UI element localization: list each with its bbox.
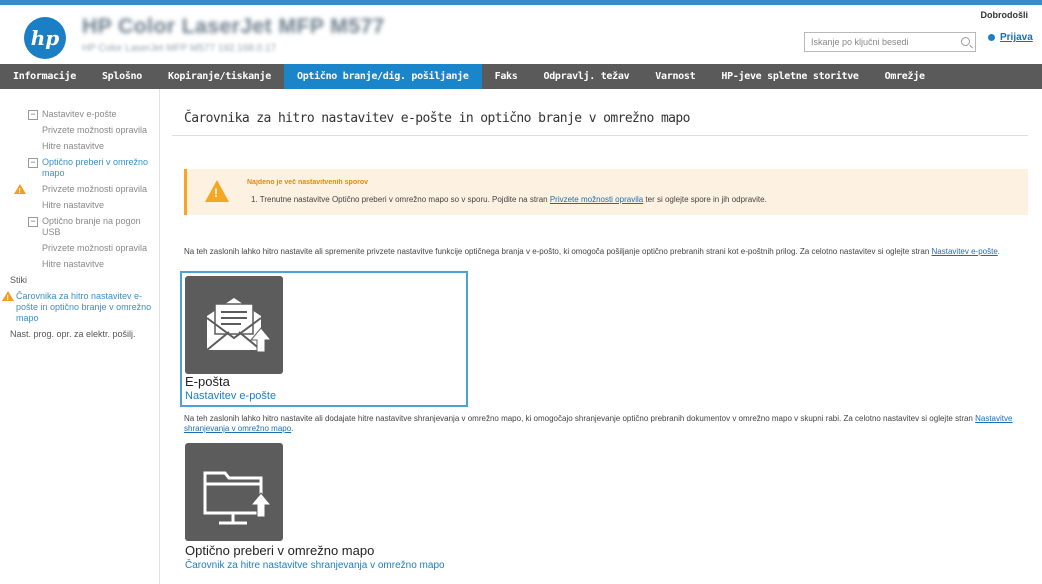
sidebar: − Nastavitev e-pošte Privzete možnosti opr… bbox=[0, 89, 160, 584]
email-desc-text: Na teh zaslonih lahko hitro nastavite al… bbox=[184, 247, 932, 256]
email-envelope-icon bbox=[206, 298, 273, 353]
nav-tab[interactable]: Optično branje/dig. pošiljanje bbox=[283, 64, 482, 89]
hp-logo-text: hp bbox=[30, 26, 60, 50]
nav-tab[interactable]: Varnost bbox=[642, 64, 708, 89]
title-divider bbox=[172, 135, 1028, 136]
folder-description: Na teh zaslonih lahko hitro nastavite al… bbox=[184, 414, 1028, 434]
email-tile[interactable] bbox=[185, 276, 283, 374]
sidebar-item-label: Privzete možnosti opravila bbox=[42, 125, 148, 135]
email-card[interactable]: E-pošta Nastavitev e-pošte bbox=[180, 271, 468, 407]
nav-tab[interactable]: HP-jeve spletne storitve bbox=[708, 64, 871, 89]
sidebar-item[interactable]: Privzete možnosti opravila bbox=[0, 125, 159, 136]
search-icon[interactable] bbox=[961, 37, 970, 46]
sidebar-item-label: Nastavitev e-pošte bbox=[42, 109, 117, 119]
folder-desc-text: Na teh zaslonih lahko hitro nastavite al… bbox=[184, 414, 976, 423]
nav-tab[interactable]: Odpravlj. težav bbox=[530, 64, 642, 89]
sidebar-item-label: Hitre nastavitve bbox=[42, 141, 105, 151]
warning-icon bbox=[14, 184, 26, 197]
nav-tab[interactable]: Faks bbox=[482, 64, 531, 89]
network-folder-icon bbox=[203, 471, 273, 525]
sidebar-item[interactable]: Hitre nastavitve bbox=[0, 200, 159, 211]
signin-link[interactable]: Prijava bbox=[988, 32, 1033, 43]
sidebar-item[interactable]: Hitre nastavitve bbox=[0, 259, 159, 270]
sidebar-item[interactable]: Nast. prog. opr. za elektr. pošilj. bbox=[0, 329, 159, 340]
sidebar-item[interactable]: − Nastavitev e-pošte bbox=[0, 109, 159, 120]
product-subtitle: HP Color LaserJet MFP M577 192.168.0.17 bbox=[82, 43, 277, 54]
warning-text-after: ter si oglejte spore in jih odpravite. bbox=[643, 195, 767, 204]
email-card-title: E-pošta bbox=[185, 374, 230, 389]
search-box[interactable] bbox=[804, 32, 976, 52]
nav-tab[interactable]: Omrežje bbox=[872, 64, 938, 89]
signin-icon bbox=[988, 34, 995, 41]
warning-banner: Najdeno je več nastavitvenih sporov 1. T… bbox=[184, 169, 1028, 215]
email-desc-link[interactable]: Nastavitev e-pošte bbox=[932, 247, 998, 256]
warning-icon bbox=[205, 180, 229, 202]
sidebar-item-label: Optično preberi v omrežno mapo bbox=[42, 157, 149, 178]
search-input[interactable] bbox=[805, 33, 953, 51]
welcome-text: Dobrodošli bbox=[980, 10, 1029, 20]
sidebar-item-label: Hitre nastavitve bbox=[42, 200, 105, 210]
main-content: Čarovnika za hitro nastavitev e-pošte in… bbox=[172, 89, 1034, 584]
nav-tab[interactable]: Kopiranje/tiskanje bbox=[155, 64, 284, 89]
sidebar-item[interactable]: − Optično preberi v omrežno mapo bbox=[0, 157, 159, 179]
folder-desc-end: . bbox=[291, 424, 294, 433]
sidebar-item-label: Privzete možnosti opravila bbox=[42, 184, 148, 194]
email-description: Na teh zaslonih lahko hitro nastavite al… bbox=[184, 247, 1028, 257]
sidebar-item[interactable]: Privzete možnosti opravila bbox=[0, 243, 159, 254]
page-title: Čarovnika za hitro nastavitev e-pošte in… bbox=[184, 111, 690, 126]
sidebar-item-label: Optično branje na pogon USB bbox=[42, 216, 141, 237]
collapse-toggle-icon[interactable]: − bbox=[28, 217, 38, 227]
sidebar-item[interactable]: Privzete možnosti opravila bbox=[0, 184, 159, 197]
folder-tile[interactable] bbox=[185, 443, 283, 541]
sidebar-item-label: Hitre nastavitve bbox=[42, 259, 105, 269]
folder-card-link[interactable]: Čarovnik za hitre nastavitve shranjevanj… bbox=[185, 560, 445, 571]
warning-link[interactable]: Privzete možnosti opravila bbox=[550, 195, 643, 204]
hp-logo[interactable]: hp bbox=[24, 17, 66, 59]
sidebar-item-label: Stiki bbox=[10, 275, 28, 285]
sidebar-item[interactable]: Stiki bbox=[0, 275, 159, 286]
sidebar-item[interactable]: − Optično branje na pogon USB bbox=[0, 216, 159, 238]
sidebar-item-label: Nast. prog. opr. za elektr. pošilj. bbox=[10, 329, 136, 339]
header: hp HP Color LaserJet MFP M577 HP Color L… bbox=[0, 5, 1042, 63]
email-card-link[interactable]: Nastavitev e-pošte bbox=[185, 390, 276, 402]
sidebar-item[interactable]: Hitre nastavitve bbox=[0, 141, 159, 152]
product-name: HP Color LaserJet MFP M577 bbox=[82, 15, 385, 38]
sidebar-item-label: Privzete možnosti opravila bbox=[42, 243, 148, 253]
nav-tab[interactable]: Splošno bbox=[89, 64, 155, 89]
folder-card-title: Optično preberi v omrežno mapo bbox=[185, 543, 375, 558]
collapse-toggle-icon[interactable]: − bbox=[28, 158, 38, 168]
warning-text: 1. Trenutne nastavitve Optično preberi v… bbox=[251, 195, 767, 204]
main-nav: Informacije Splošno Kopiranje/tiskanje Opti… bbox=[0, 64, 1042, 89]
signin-label: Prijava bbox=[1000, 32, 1033, 43]
sidebar-item-label: Čarovnika za hitro nastavitev e-pošte in… bbox=[16, 291, 152, 323]
sidebar-item[interactable]: Čarovnika za hitro nastavitev e-pošte in… bbox=[0, 291, 159, 324]
collapse-toggle-icon[interactable]: − bbox=[28, 110, 38, 120]
email-desc-end: . bbox=[997, 247, 1001, 256]
nav-tab[interactable]: Informacije bbox=[0, 64, 89, 89]
warning-icon bbox=[2, 291, 14, 304]
warning-title: Najdeno je več nastavitvenih sporov bbox=[247, 179, 368, 186]
warning-text-before: 1. Trenutne nastavitve Optično preberi v… bbox=[251, 195, 550, 204]
